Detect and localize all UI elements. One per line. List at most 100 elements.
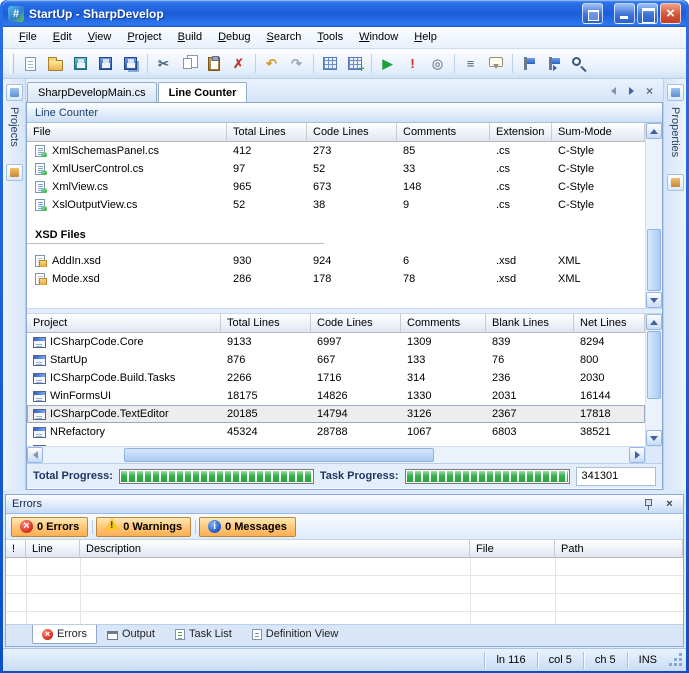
scroll-up-button[interactable] — [646, 123, 662, 139]
save-as-icon[interactable] — [68, 52, 93, 76]
project-row[interactable]: WinFormsUI 18175 14826 1330 2031 16144 — [27, 387, 645, 405]
tab-line-counter[interactable]: Line Counter — [158, 82, 248, 102]
column-header-line[interactable]: Line — [26, 540, 80, 558]
project-row[interactable]: ICSharpCode.TextEditor 20185 14794 3126 … — [27, 405, 645, 423]
toolbar-grip[interactable] — [10, 54, 14, 74]
column-header-severity[interactable]: ! — [6, 540, 26, 558]
tab-sharpdevelopmain[interactable]: SharpDevelopMain.cs — [27, 82, 157, 102]
errors-filter-button[interactable]: 0 Errors — [11, 517, 88, 537]
sidebar-tab-properties[interactable]: Properties — [669, 104, 681, 160]
scroll-thumb[interactable] — [647, 229, 661, 291]
paste-icon[interactable] — [201, 52, 226, 76]
window-mode-button[interactable] — [582, 3, 603, 24]
file-row[interactable]: AddIn.xsd 930 924 6 .xsd XML — [27, 252, 645, 270]
column-header-path[interactable]: Path — [555, 540, 683, 558]
column-header-extension[interactable]: Extension — [490, 123, 552, 142]
properties-pad-icon[interactable] — [667, 84, 684, 101]
column-header-total-lines[interactable]: Total Lines — [221, 314, 311, 333]
menu-item[interactable]: Project — [119, 27, 169, 48]
pane-tab-output[interactable]: Output — [97, 625, 165, 644]
column-header-blank-lines[interactable]: Blank Lines — [486, 314, 574, 333]
column-header-file[interactable]: File — [470, 540, 555, 558]
project-row[interactable]: StartUp 876 667 133 76 800 — [27, 351, 645, 369]
menu-item[interactable]: View — [80, 27, 120, 48]
menu-item[interactable]: Edit — [45, 27, 80, 48]
new-file-icon[interactable] — [18, 52, 43, 76]
errors-grid-body[interactable] — [6, 558, 683, 624]
column-header-code-lines[interactable]: Code Lines — [307, 123, 397, 142]
minimize-button[interactable] — [614, 3, 635, 24]
scroll-track[interactable] — [646, 139, 662, 292]
close-button[interactable] — [660, 3, 681, 24]
pin-icon[interactable] — [641, 497, 656, 512]
scroll-track[interactable] — [43, 447, 629, 463]
scroll-thumb[interactable] — [647, 331, 661, 399]
next-tab-icon[interactable] — [624, 83, 639, 98]
stop-icon[interactable]: ! — [400, 52, 425, 76]
sidebar-tab-projects[interactable]: Projects — [8, 104, 20, 150]
scroll-up-button[interactable] — [646, 314, 662, 330]
build-all-icon[interactable] — [342, 52, 367, 76]
project-row[interactable]: ICSharpCode.Build.Tasks 2266 1716 314 23… — [27, 369, 645, 387]
horizontal-scrollbar[interactable] — [27, 446, 662, 463]
project-row[interactable]: NRefactory 45324 28788 1067 6803 38521 — [27, 423, 645, 441]
pane-tab-task-list[interactable]: Task List — [165, 625, 242, 644]
scroll-down-button[interactable] — [646, 292, 662, 308]
project-row[interactable]: ICSharpCode.Core 9133 6997 1309 839 8294 — [27, 333, 645, 351]
messages-filter-button[interactable]: 0 Messages — [199, 517, 296, 537]
column-header-description[interactable]: Description — [80, 540, 470, 558]
menu-item[interactable]: Help — [406, 27, 445, 48]
open-file-icon[interactable] — [43, 52, 68, 76]
save-icon[interactable] — [93, 52, 118, 76]
scroll-right-button[interactable] — [629, 447, 645, 463]
resize-grip[interactable] — [668, 652, 684, 668]
menu-item[interactable]: Debug — [210, 27, 258, 48]
column-header-net-lines[interactable]: Net Lines — [574, 314, 645, 333]
menu-item[interactable]: Build — [170, 27, 210, 48]
column-header-project[interactable]: Project — [27, 314, 221, 333]
column-header-comments[interactable]: Comments — [397, 123, 490, 142]
close-panel-icon[interactable]: × — [662, 497, 677, 512]
scroll-down-button[interactable] — [646, 430, 662, 446]
files-vertical-scrollbar[interactable] — [645, 123, 662, 308]
maximize-button[interactable] — [637, 3, 658, 24]
cut-icon[interactable]: ✂ — [151, 52, 176, 76]
column-header-total-lines[interactable]: Total Lines — [227, 123, 307, 142]
undo-icon[interactable]: ↶ — [259, 52, 284, 76]
scroll-thumb[interactable] — [124, 448, 434, 462]
close-tab-icon[interactable]: × — [642, 83, 657, 98]
task-list-icon[interactable]: ≡ — [458, 52, 483, 76]
toggle-bookmark-icon[interactable] — [516, 52, 541, 76]
file-row[interactable]: XmlSchemasPanel.cs 412 273 85 .cs C-Styl… — [27, 142, 645, 160]
file-row[interactable]: XmlView.cs 965 673 148 .cs C-Style — [27, 178, 645, 196]
prev-tab-icon[interactable] — [606, 83, 621, 98]
pane-tab-errors[interactable]: Errors — [32, 625, 97, 644]
delete-icon[interactable]: ✗ — [226, 52, 251, 76]
file-row[interactable]: XmlUserControl.cs 97 52 33 .cs C-Style — [27, 160, 645, 178]
column-header-comments[interactable]: Comments — [401, 314, 486, 333]
redo-icon[interactable]: ↷ — [284, 52, 309, 76]
column-header-file[interactable]: File — [27, 123, 227, 142]
menu-item[interactable]: Window — [351, 27, 406, 48]
next-bookmark-icon[interactable] — [541, 52, 566, 76]
file-row[interactable]: XslOutputView.cs 52 38 9 .cs C-Style — [27, 196, 645, 214]
projects-pad-icon[interactable] — [6, 84, 23, 101]
build-icon[interactable] — [317, 52, 342, 76]
breakpoint-icon[interactable]: ◎ — [425, 52, 450, 76]
search-icon[interactable] — [566, 52, 591, 76]
file-scout-pad-icon[interactable] — [6, 164, 23, 181]
column-header-code-lines[interactable]: Code Lines — [311, 314, 401, 333]
run-icon[interactable]: ▶ — [375, 52, 400, 76]
copy-icon[interactable] — [176, 52, 201, 76]
scroll-left-button[interactable] — [27, 447, 43, 463]
tools-pad-icon[interactable] — [667, 174, 684, 191]
projects-vertical-scrollbar[interactable] — [645, 314, 662, 446]
column-header-sum-mode[interactable]: Sum-Mode — [552, 123, 645, 142]
menu-item[interactable]: File — [11, 27, 45, 48]
menu-item[interactable]: Tools — [309, 27, 351, 48]
pane-tab-definition-view[interactable]: Definition View — [242, 625, 349, 644]
title-bar[interactable]: # StartUp - SharpDevelop — [3, 0, 686, 27]
file-row[interactable]: Mode.xsd 286 178 78 .xsd XML — [27, 270, 645, 288]
menu-item[interactable]: Search — [259, 27, 310, 48]
warnings-filter-button[interactable]: 0 Warnings — [96, 517, 191, 537]
